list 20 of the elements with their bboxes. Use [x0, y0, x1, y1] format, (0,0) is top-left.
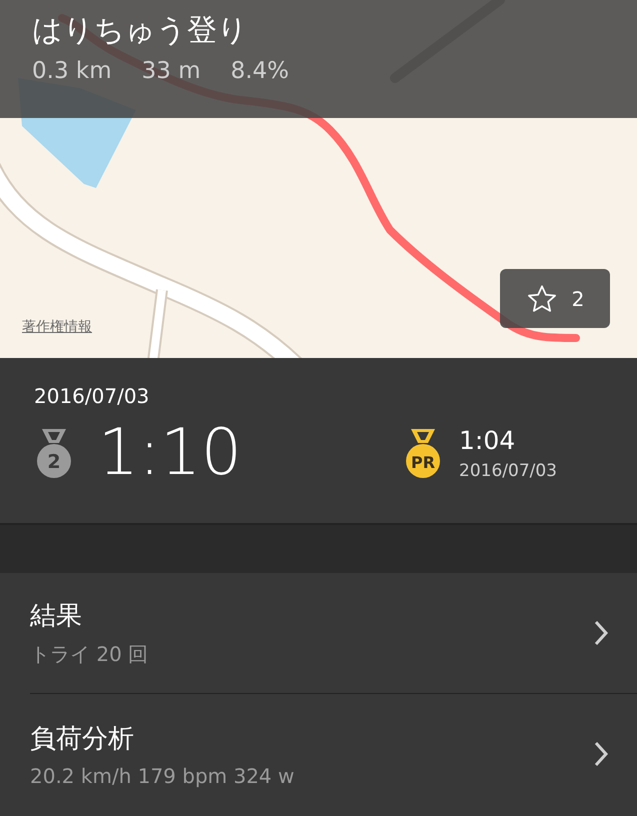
- segment-stat: 0.3 km: [32, 58, 112, 84]
- row-title: 結果: [30, 600, 83, 633]
- star-count: 2: [572, 286, 584, 310]
- record-time: 1:04: [459, 426, 516, 454]
- copyright-link[interactable]: 著作権情報: [22, 318, 92, 336]
- list-row[interactable]: 負荷分析 20.2 km/h 179 bpm 324 w: [30, 693, 637, 814]
- record-date: 2016/07/03: [459, 460, 557, 480]
- effort-date: 2016/07/03: [34, 384, 150, 408]
- chevron-icon: [593, 740, 609, 768]
- segment-title: はりちゅう登り: [32, 12, 249, 50]
- chevron-icon: [593, 619, 609, 647]
- star-icon: [526, 282, 558, 314]
- segment-stat: 33 m: [142, 58, 201, 84]
- segment-stat: 8.4%: [230, 58, 290, 84]
- star-button[interactable]: 2: [500, 269, 610, 328]
- effort-time: 1:10: [98, 416, 243, 490]
- row-subtitle: トライ 20 回: [30, 641, 150, 668]
- row-subtitle: 20.2 km/h 179 bpm 324 w: [30, 764, 296, 788]
- list-row[interactable]: 結果 トライ 20 回: [30, 573, 637, 693]
- row-title: 負荷分析: [30, 722, 135, 756]
